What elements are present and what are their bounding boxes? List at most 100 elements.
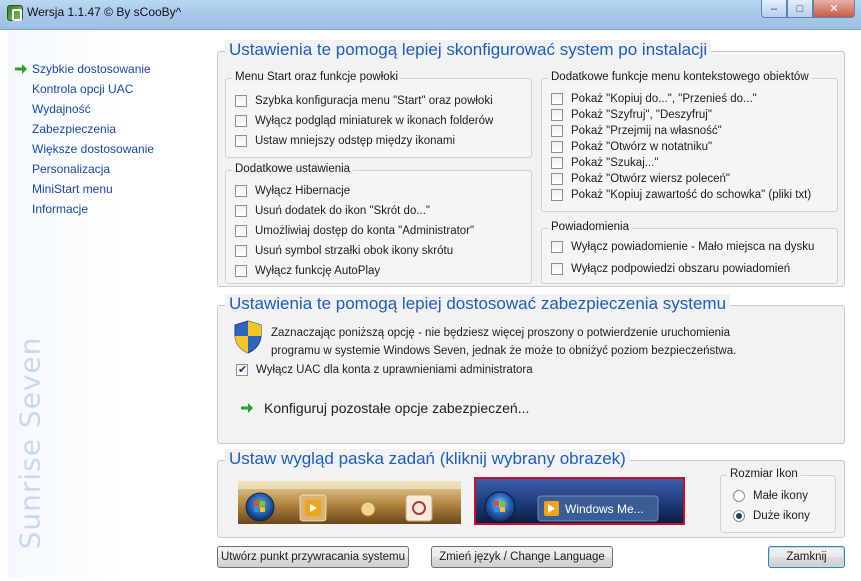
minimize-button[interactable]: ‒ <box>761 0 787 18</box>
section-title: Ustawienia te pomogą lepiej dostosować z… <box>225 294 731 314</box>
show-search-option[interactable]: Pokaż "Szukaj..." <box>551 155 658 171</box>
sidebar-item-advanced[interactable]: Większe dostosowanie <box>8 141 154 161</box>
title-bar: Wersja 1.1.47 © By sCooBy^ ‒ □ ✕ <box>0 0 861 30</box>
option-label: Pokaż "Szukaj..." <box>571 157 659 169</box>
checkbox[interactable] <box>235 245 247 257</box>
notifications-group: Powiadomienia Wyłącz powiadomienie - Mał… <box>541 221 838 284</box>
option-label: Usuń symbol strzałki obok ikony skrótu <box>255 245 454 257</box>
option-label: Wyłącz Hibernacje <box>255 185 351 197</box>
icon-size-group: Rozmiar Ikon Małe ikony Duże ikony <box>720 468 836 533</box>
sidebar-item-performance[interactable]: Wydajność <box>8 101 154 121</box>
checkbox[interactable] <box>235 225 247 237</box>
green-arrow-icon <box>241 403 253 413</box>
enable-admin-account-option[interactable]: Umożliwiaj dostęp do konta "Administrato… <box>235 223 474 239</box>
disable-tray-tips-option[interactable]: Wyłącz podpowiedzi obszaru powiadomień <box>551 261 790 277</box>
sidebar-item-label: MiniStart menu <box>32 182 113 196</box>
close-button[interactable]: Zamknij <box>768 546 845 568</box>
radio-button[interactable] <box>733 510 745 522</box>
checkbox[interactable] <box>235 185 247 197</box>
option-label: Wyłącz powiadomienie - Mało miejsca na d… <box>571 241 815 253</box>
option-label: Usuń dodatek do ikon "Skrót do..." <box>255 205 431 217</box>
checkbox[interactable] <box>551 263 563 275</box>
show-copy-move-option[interactable]: Pokaż "Kopiuj do...", "Przenieś do..." <box>551 91 757 107</box>
checkbox[interactable] <box>235 265 247 277</box>
maximize-button[interactable]: □ <box>787 0 813 18</box>
remove-shortcut-arrow-option[interactable]: Usuń symbol strzałki obok ikony skrótu <box>235 243 453 259</box>
disable-thumbnails-option[interactable]: Wyłącz podgląd miniaturek w ikonach fold… <box>235 113 493 129</box>
icon-spacing-option[interactable]: Ustaw mniejszy odstęp między ikonami <box>235 133 455 149</box>
uac-shield-icon <box>234 320 262 354</box>
checkbox[interactable] <box>551 93 563 105</box>
sidebar-item-uac[interactable]: Kontrola opcji UAC <box>8 81 154 101</box>
option-label: Pokaż "Otwórz wiersz poleceń" <box>571 173 731 185</box>
checkbox[interactable] <box>235 205 247 217</box>
quick-start-menu-option[interactable]: Szybka konfiguracja menu "Start" oraz po… <box>235 93 493 109</box>
taskbar-preview-large[interactable]: Windows Me... <box>474 477 685 525</box>
radio-button[interactable] <box>733 490 745 502</box>
app-icon <box>7 5 23 21</box>
option-label: Pokaż "Kopiuj zawartość do schowka" (pli… <box>571 189 812 201</box>
close-window-button[interactable]: ✕ <box>813 0 855 18</box>
taskbar-small-icons-image <box>238 481 461 524</box>
group-title: Dodatkowe ustawienia <box>232 163 354 175</box>
window-title: Wersja 1.1.47 © By sCooBy^ <box>27 5 182 19</box>
sidebar-item-ministart[interactable]: MiniStart menu <box>8 181 154 201</box>
create-restore-point-button[interactable]: Utwórz punkt przywracania systemu <box>217 546 409 568</box>
taskbar-preview-small[interactable] <box>238 481 461 524</box>
checkbox[interactable] <box>551 241 563 253</box>
context-menu-group: Dodatkowe funkcje menu kontekstowego obi… <box>541 71 838 212</box>
group-title: Dodatkowe funkcje menu kontekstowego obi… <box>548 71 812 83</box>
disable-hibernation-option[interactable]: Wyłącz Hibernacje <box>235 183 350 199</box>
system-config-panel: Ustawienia te pomogą lepiej skonfigurowa… <box>217 40 845 287</box>
sidebar-item-info[interactable]: Informacje <box>8 201 154 221</box>
sidebar-item-label: Szybkie dostosowanie <box>32 62 151 76</box>
show-command-prompt-option[interactable]: Pokaż "Otwórz wiersz poleceń" <box>551 171 730 187</box>
disable-uac-option[interactable]: Wyłącz UAC dla konta z uprawnieniami adm… <box>236 362 533 378</box>
sidebar-item-label: Informacje <box>32 202 89 216</box>
show-open-notepad-option[interactable]: Pokaż "Otwórz w notatniku" <box>551 139 712 155</box>
option-label: Ustaw mniejszy odstęp między ikonami <box>255 135 456 147</box>
green-arrow-icon <box>15 64 27 74</box>
disable-autoplay-option[interactable]: Wyłącz funkcję AutoPlay <box>235 263 380 279</box>
show-take-ownership-option[interactable]: Pokaż "Przejmij na własność" <box>551 123 722 139</box>
security-panel: Ustawienia te pomogą lepiej dostosować z… <box>217 294 845 444</box>
checkbox[interactable] <box>551 109 563 121</box>
group-title: Rozmiar Ikon <box>727 468 801 480</box>
checkbox[interactable] <box>551 189 563 201</box>
option-label: Wyłącz podpowiedzi obszaru powiadomień <box>571 263 791 275</box>
checkbox[interactable] <box>551 173 563 185</box>
option-label: Pokaż "Przejmij na własność" <box>571 125 722 137</box>
section-title: Ustawienia te pomogą lepiej skonfigurowa… <box>225 40 712 60</box>
additional-settings-group: Dodatkowe ustawienia Wyłącz Hibernacje U… <box>225 163 532 284</box>
option-label: Wyłącz podgląd miniaturek w ikonach fold… <box>255 115 494 127</box>
sidebar-item-security[interactable]: Zabezpieczenia <box>8 121 154 141</box>
checkbox[interactable] <box>236 363 248 376</box>
option-label: Wyłącz UAC dla konta z uprawnieniami adm… <box>256 364 533 376</box>
sidebar-item-personalization[interactable]: Personalizacja <box>8 161 154 181</box>
change-language-button[interactable]: Zmień język / Change Language <box>431 546 613 568</box>
sidebar-item-quick-customize[interactable]: Szybkie dostosowanie <box>8 61 154 81</box>
small-icons-option[interactable]: Małe ikony <box>733 488 808 504</box>
option-label: Małe ikony <box>753 490 808 502</box>
configure-security-link[interactable]: Konfiguruj pozostałe opcje zabezpieczeń.… <box>240 400 529 416</box>
show-encrypt-option[interactable]: Pokaż "Szyfruj", "Deszyfruj" <box>551 107 712 123</box>
sidebar-item-label: Zabezpieczenia <box>32 122 117 136</box>
checkbox[interactable] <box>235 135 247 147</box>
window-controls: ‒ □ ✕ <box>761 0 855 19</box>
show-copy-contents-option[interactable]: Pokaż "Kopiuj zawartość do schowka" (pli… <box>551 187 811 203</box>
taskbar-panel: Ustaw wygląd paska zadań (kliknij wybran… <box>217 449 845 538</box>
configure-security-label: Konfiguruj pozostałe opcje zabezpieczeń.… <box>264 400 530 416</box>
checkbox[interactable] <box>551 141 563 153</box>
sidebar-item-label: Personalizacja <box>32 162 111 176</box>
disable-low-disk-option[interactable]: Wyłącz powiadomienie - Mało miejsca na d… <box>551 239 814 255</box>
large-icons-option[interactable]: Duże ikony <box>733 508 810 524</box>
option-label: Pokaż "Szyfruj", "Deszyfruj" <box>571 109 712 121</box>
checkbox[interactable] <box>551 157 563 169</box>
uac-description-line-1: Zaznaczając poniższą opcję - nie będzies… <box>271 327 730 339</box>
remove-shortcut-suffix-option[interactable]: Usuń dodatek do ikon "Skrót do..." <box>235 203 430 219</box>
checkbox[interactable] <box>235 115 247 127</box>
checkbox[interactable] <box>551 125 563 137</box>
option-label: Wyłącz funkcję AutoPlay <box>255 265 381 277</box>
checkbox[interactable] <box>235 95 247 107</box>
section-title: Ustaw wygląd paska zadań (kliknij wybran… <box>225 449 630 469</box>
